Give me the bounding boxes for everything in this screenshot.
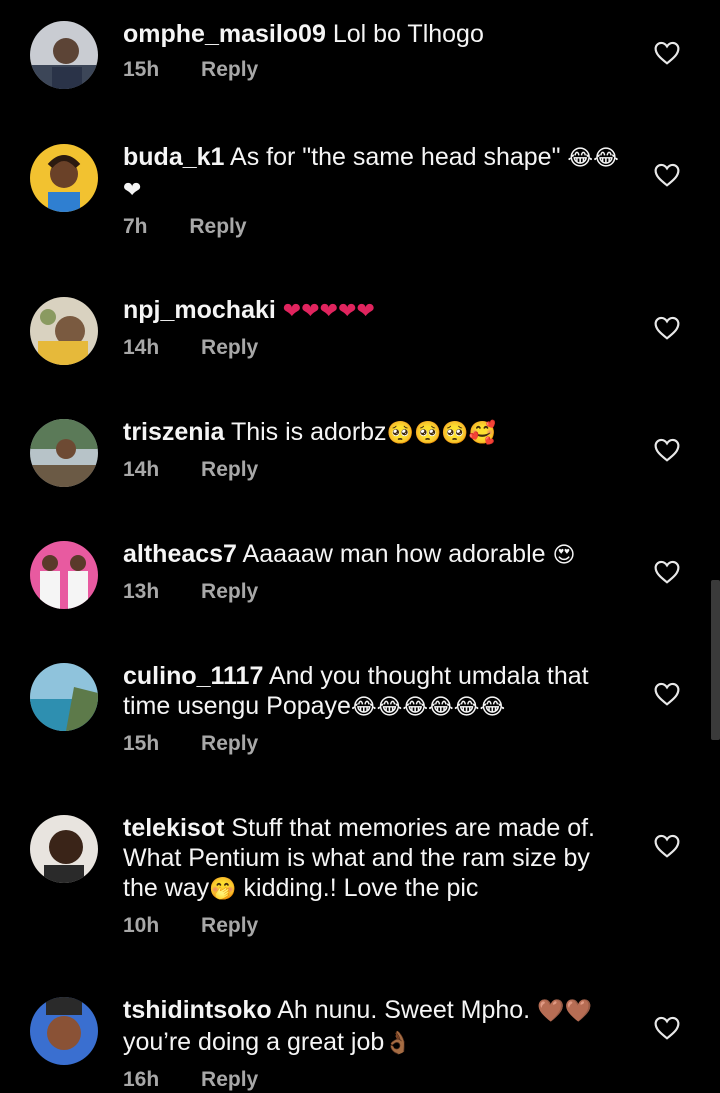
reply-button[interactable]: Reply: [201, 57, 258, 83]
comment-body: altheacs7 Aaaaaw man how adorable 😍 13h …: [123, 539, 623, 605]
avatar[interactable]: [30, 541, 98, 609]
comment-meta: 16h Reply: [123, 1067, 623, 1093]
avatar[interactable]: [30, 997, 98, 1065]
heart-icon[interactable]: [654, 1016, 680, 1040]
comment-username[interactable]: triszenia: [123, 418, 224, 446]
comment-time: 13h: [123, 580, 160, 603]
comment-body: tshidintsoko Ah nunu. Sweet Mpho. 🤎🤎 you…: [123, 995, 623, 1093]
scrollbar[interactable]: [711, 580, 720, 740]
comment-time: 14h: [123, 458, 160, 481]
reply-button[interactable]: Reply: [201, 579, 258, 605]
comment-username[interactable]: tshidintsoko: [123, 996, 272, 1024]
heart-icon[interactable]: [654, 560, 680, 584]
comment-message-continued: kidding.! Love the pic: [243, 874, 479, 902]
comment-meta: 14h Reply: [123, 335, 623, 361]
comment-body: triszenia This is adorbz🥺🥺🥺🥰 14h Reply: [123, 417, 623, 483]
comment-message: Ah nunu. Sweet Mpho.: [277, 996, 531, 1024]
avatar[interactable]: [30, 815, 98, 883]
comment-body: telekisot Stuff that memories are made o…: [123, 813, 623, 939]
reply-button[interactable]: Reply: [201, 731, 258, 757]
comment-meta: 13h Reply: [123, 579, 623, 605]
comment-emoji: 🤎🤎: [537, 999, 592, 1024]
heart-icon[interactable]: [654, 438, 680, 462]
avatar[interactable]: [30, 21, 98, 89]
avatar[interactable]: [30, 297, 98, 365]
comment-meta: 15h Reply: [123, 731, 623, 757]
comment-meta: 15h Reply: [123, 57, 623, 83]
comment-text: tshidintsoko Ah nunu. Sweet Mpho. 🤎🤎 you…: [123, 995, 623, 1059]
comment-emoji: 🥺🥺🥺🥰: [386, 421, 497, 446]
heart-icon[interactable]: [654, 834, 680, 858]
comment-body: npj_mochaki ❤❤❤❤❤ 14h Reply: [123, 295, 623, 361]
comment-time: 10h: [123, 914, 160, 937]
reply-button[interactable]: Reply: [201, 335, 258, 361]
comment-message: Lol bo Tlhogo: [332, 20, 484, 48]
reply-button[interactable]: Reply: [189, 214, 246, 240]
reply-button[interactable]: Reply: [201, 913, 258, 939]
comment-message: This is adorbz: [230, 418, 387, 446]
comment-body: buda_k1 As for "the same head shape" 😂😂❤…: [123, 142, 623, 240]
comment-emoji: ❤❤❤❤❤: [282, 299, 375, 324]
comment-username[interactable]: npj_mochaki: [123, 296, 276, 324]
comment-message-continued: you’re doing a great job: [123, 1028, 385, 1056]
comment-time: 7h: [123, 215, 148, 238]
heart-icon[interactable]: [654, 682, 680, 706]
comment-username[interactable]: altheacs7: [123, 540, 237, 568]
comment-time: 16h: [123, 1068, 160, 1091]
comment-emoji: 😍: [552, 543, 576, 568]
comment-time: 15h: [123, 58, 160, 81]
comment-time: 14h: [123, 336, 160, 359]
comment-emoji: 🤭: [209, 877, 237, 902]
comment-emoji-after: 👌🏾: [384, 1031, 412, 1056]
heart-icon[interactable]: [654, 163, 680, 187]
comment-time: 15h: [123, 732, 160, 755]
comment-message: As for "the same head shape": [230, 143, 561, 171]
comment-text: omphe_masilo09 Lol bo Tlhogo: [123, 19, 623, 49]
comment-text: buda_k1 As for "the same head shape" 😂😂❤: [123, 142, 623, 206]
comment-meta: 10h Reply: [123, 913, 623, 939]
comment-username[interactable]: buda_k1: [123, 143, 224, 171]
comment-username[interactable]: culino_1117: [123, 662, 263, 690]
comment-body: omphe_masilo09 Lol bo Tlhogo 15h Reply: [123, 19, 623, 83]
comment-username[interactable]: omphe_masilo09: [123, 20, 326, 48]
reply-button[interactable]: Reply: [201, 1067, 258, 1093]
comment-text: altheacs7 Aaaaaw man how adorable 😍: [123, 539, 623, 571]
avatar[interactable]: [30, 144, 98, 212]
heart-icon[interactable]: [654, 316, 680, 340]
comment-text: culino_1117 And you thought umdala that …: [123, 661, 623, 723]
comment-emoji: 😂😂😂😂😂😂: [350, 695, 506, 720]
comment-username[interactable]: telekisot: [123, 814, 224, 842]
comment-message: Aaaaaw man how adorable: [242, 540, 546, 568]
comment-text: triszenia This is adorbz🥺🥺🥺🥰: [123, 417, 623, 449]
comment-meta: 7h Reply: [123, 214, 623, 240]
avatar[interactable]: [30, 419, 98, 487]
heart-icon[interactable]: [654, 41, 680, 65]
comment-text: npj_mochaki ❤❤❤❤❤: [123, 295, 623, 327]
comment-text: telekisot Stuff that memories are made o…: [123, 813, 623, 905]
reply-button[interactable]: Reply: [201, 457, 258, 483]
avatar[interactable]: [30, 663, 98, 731]
comment-meta: 14h Reply: [123, 457, 623, 483]
comment-body: culino_1117 And you thought umdala that …: [123, 661, 623, 757]
